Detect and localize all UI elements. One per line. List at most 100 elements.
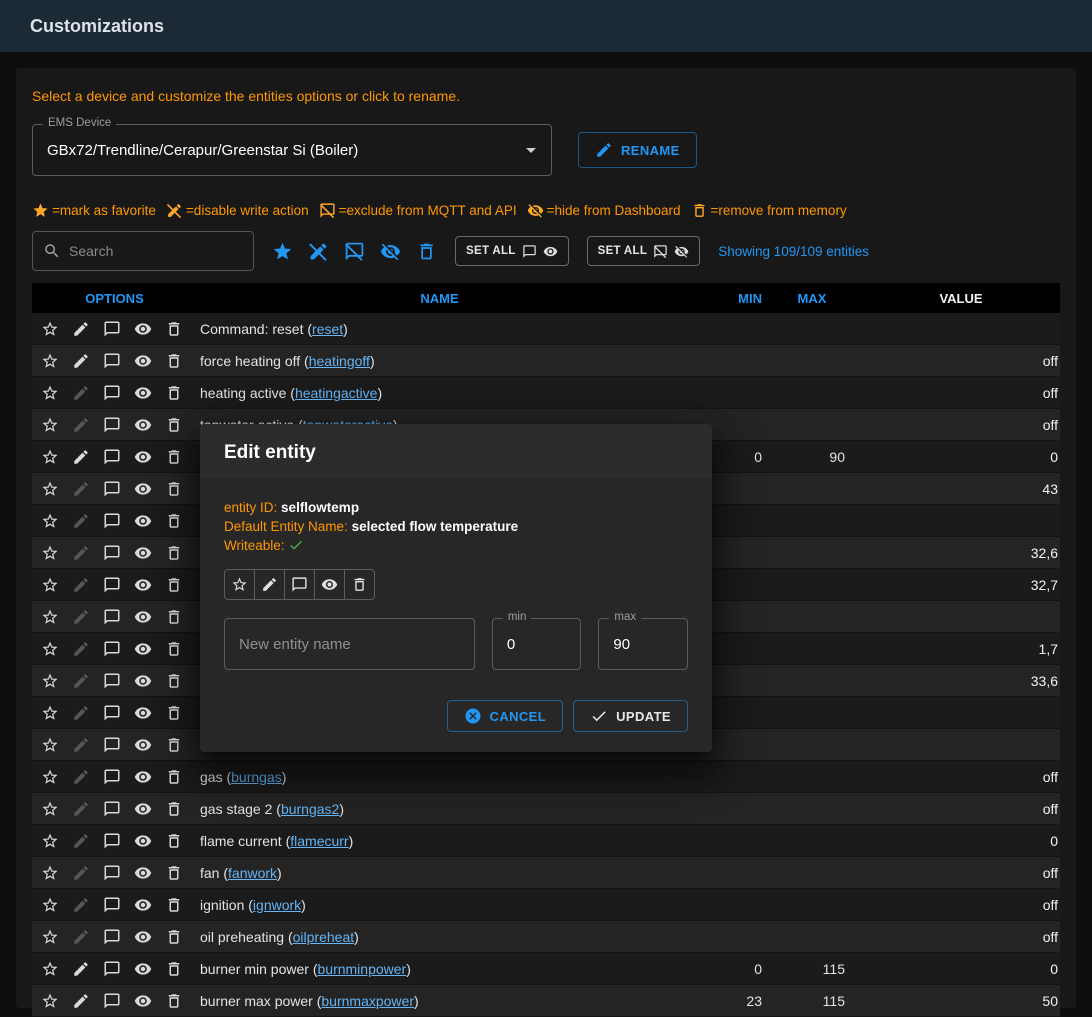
visibility-eye-icon[interactable] — [134, 640, 152, 658]
delete-trash-icon[interactable] — [165, 608, 183, 626]
chat-off-toggle-icon[interactable] — [344, 241, 365, 262]
entity-id-link[interactable]: heatingoff — [309, 353, 370, 369]
delete-trash-icon[interactable] — [165, 928, 183, 946]
visibility-eye-icon[interactable] — [134, 352, 152, 370]
visibility-eye-icon[interactable] — [134, 992, 152, 1010]
favorite-star-icon[interactable] — [41, 928, 59, 946]
mqtt-chat-icon[interactable] — [103, 512, 121, 530]
favorite-star-icon[interactable] — [41, 800, 59, 818]
delete-trash-icon[interactable] — [165, 800, 183, 818]
delete-trash-icon[interactable] — [165, 448, 183, 466]
visibility-eye-icon[interactable] — [134, 960, 152, 978]
delete-trash-icon[interactable] — [165, 320, 183, 338]
favorite-star-icon[interactable] — [41, 512, 59, 530]
delete-trash-icon[interactable] — [165, 544, 183, 562]
mqtt-chat-icon[interactable] — [103, 544, 121, 562]
favorite-star-icon[interactable] — [41, 768, 59, 786]
favorite-star-icon[interactable] — [41, 608, 59, 626]
visibility-eye-icon[interactable] — [134, 608, 152, 626]
entity-id-link[interactable]: oilpreheat — [293, 929, 355, 945]
edit-pencil-icon[interactable] — [72, 768, 90, 786]
favorite-star-icon[interactable] — [41, 704, 59, 722]
delete-trash-icon[interactable] — [165, 960, 183, 978]
delete-trash-icon[interactable] — [165, 640, 183, 658]
mqtt-chat-icon[interactable] — [103, 448, 121, 466]
edit-pencil-icon[interactable] — [72, 864, 90, 882]
edit-pencil-icon[interactable] — [72, 320, 90, 338]
delete-trash-icon[interactable] — [165, 480, 183, 498]
visibility-eye-icon[interactable] — [134, 896, 152, 914]
edit-pencil-icon[interactable] — [72, 832, 90, 850]
mqtt-chat-icon[interactable] — [103, 768, 121, 786]
favorite-toggle-button[interactable] — [224, 569, 255, 600]
mqtt-chat-icon[interactable] — [103, 800, 121, 818]
delete-trash-icon[interactable] — [165, 736, 183, 754]
visibility-eye-icon[interactable] — [134, 576, 152, 594]
edit-pencil-icon[interactable] — [72, 640, 90, 658]
mqtt-chat-icon[interactable] — [103, 864, 121, 882]
mqtt-chat-icon[interactable] — [103, 320, 121, 338]
entity-id-link[interactable]: burngas — [231, 769, 282, 785]
delete-trash-icon[interactable] — [165, 352, 183, 370]
favorite-star-icon[interactable] — [41, 544, 59, 562]
favorite-star-icon[interactable] — [41, 480, 59, 498]
mqtt-chat-icon[interactable] — [103, 608, 121, 626]
remove-memory-toggle-button[interactable] — [344, 569, 375, 600]
entity-id-link[interactable]: fanwork — [228, 865, 277, 881]
edit-pencil-icon[interactable] — [72, 736, 90, 754]
edit-pencil-icon[interactable] — [72, 960, 90, 978]
visibility-eye-icon[interactable] — [134, 704, 152, 722]
mqtt-chat-icon[interactable] — [103, 384, 121, 402]
mqtt-chat-icon[interactable] — [103, 640, 121, 658]
mqtt-chat-icon[interactable] — [103, 736, 121, 754]
delete-trash-icon[interactable] — [165, 992, 183, 1010]
edit-pencil-icon[interactable] — [72, 384, 90, 402]
visibility-eye-icon[interactable] — [134, 672, 152, 690]
column-header-max[interactable]: MAX — [762, 291, 862, 306]
favorite-star-icon[interactable] — [41, 448, 59, 466]
mqtt-chat-icon[interactable] — [103, 576, 121, 594]
max-input[interactable] — [599, 636, 687, 653]
mqtt-chat-icon[interactable] — [103, 960, 121, 978]
edit-pencil-icon[interactable] — [72, 896, 90, 914]
edit-pencil-icon[interactable] — [72, 352, 90, 370]
pencil-off-toggle-icon[interactable] — [308, 241, 329, 262]
favorite-star-icon[interactable] — [41, 864, 59, 882]
mqtt-chat-icon[interactable] — [103, 352, 121, 370]
mqtt-chat-icon[interactable] — [103, 992, 121, 1010]
search-input[interactable] — [69, 243, 243, 259]
delete-trash-icon[interactable] — [165, 864, 183, 882]
visibility-eye-icon[interactable] — [134, 832, 152, 850]
delete-trash-icon[interactable] — [165, 832, 183, 850]
favorite-star-toggle-icon[interactable] — [272, 241, 293, 262]
set-all-hide-button[interactable]: SET ALL — [587, 236, 701, 266]
edit-pencil-icon[interactable] — [72, 416, 90, 434]
rename-button[interactable]: RENAME — [578, 132, 697, 168]
favorite-star-icon[interactable] — [41, 576, 59, 594]
delete-trash-icon[interactable] — [165, 672, 183, 690]
column-header-min[interactable]: MIN — [682, 291, 762, 306]
edit-pencil-icon[interactable] — [72, 704, 90, 722]
column-header-value[interactable]: VALUE — [862, 291, 1060, 306]
delete-trash-icon[interactable] — [165, 576, 183, 594]
favorite-star-icon[interactable] — [41, 416, 59, 434]
delete-trash-icon[interactable] — [165, 704, 183, 722]
visibility-eye-icon[interactable] — [134, 544, 152, 562]
visibility-eye-icon[interactable] — [134, 864, 152, 882]
favorite-star-icon[interactable] — [41, 640, 59, 658]
set-all-show-button[interactable]: SET ALL — [455, 236, 569, 266]
favorite-star-icon[interactable] — [41, 960, 59, 978]
delete-trash-icon[interactable] — [165, 512, 183, 530]
favorite-star-icon[interactable] — [41, 736, 59, 754]
favorite-star-icon[interactable] — [41, 352, 59, 370]
update-button[interactable]: UPDATE — [573, 700, 688, 732]
hide-dashboard-toggle-button[interactable] — [314, 569, 345, 600]
entity-id-link[interactable]: burnminpower — [318, 961, 407, 977]
mqtt-chat-icon[interactable] — [103, 896, 121, 914]
new-entity-name-input[interactable] — [225, 636, 474, 653]
edit-pencil-icon[interactable] — [72, 928, 90, 946]
min-input[interactable] — [493, 636, 581, 653]
mqtt-chat-icon[interactable] — [103, 416, 121, 434]
ems-device-select[interactable]: EMS Device GBx72/Trendline/Cerapur/Green… — [32, 124, 552, 176]
edit-pencil-icon[interactable] — [72, 800, 90, 818]
